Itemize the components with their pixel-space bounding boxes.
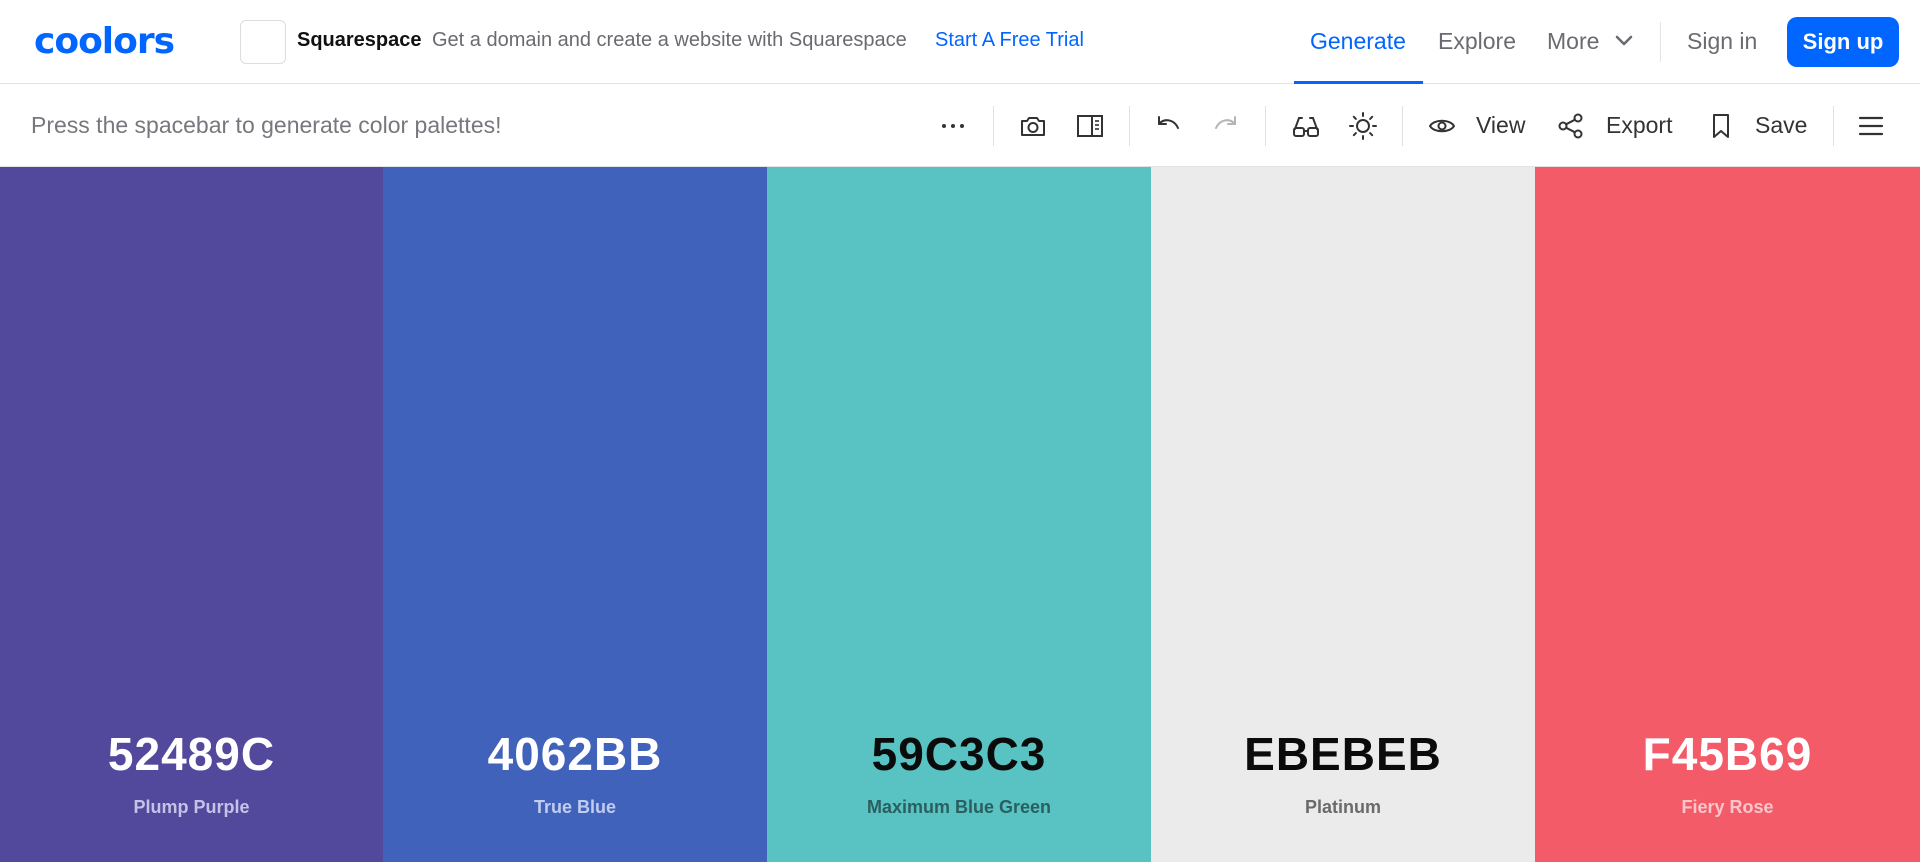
color-swatch[interactable]: EBEBEB Platinum <box>1151 167 1535 862</box>
ad-brand[interactable]: Squarespace <box>297 29 422 52</box>
color-name[interactable]: Plump Purple <box>0 797 383 818</box>
top-navbar: coolors Squarespace Get a domain and cre… <box>0 0 1920 84</box>
color-palette: 52489C Plump Purple 4062BB True Blue 59C… <box>0 167 1920 862</box>
undo-icon[interactable] <box>1148 106 1188 146</box>
redo-icon[interactable] <box>1206 106 1246 146</box>
sign-in-link[interactable]: Sign in <box>1687 28 1757 55</box>
toolbar-divider <box>1402 106 1403 146</box>
color-swatch[interactable]: 4062BB True Blue <box>383 167 767 862</box>
toolbar-divider <box>1833 106 1834 146</box>
color-name[interactable]: Fiery Rose <box>1535 797 1920 818</box>
color-hex[interactable]: 59C3C3 <box>767 727 1151 781</box>
glasses-icon[interactable] <box>1286 106 1326 146</box>
share-icon[interactable] <box>1551 106 1591 146</box>
nav-divider <box>1660 22 1661 62</box>
color-name[interactable]: Platinum <box>1151 797 1535 818</box>
hamburger-menu-icon[interactable] <box>1851 106 1891 146</box>
nav-more[interactable]: More <box>1547 28 1599 55</box>
color-name[interactable]: True Blue <box>383 797 767 818</box>
nav-generate[interactable]: Generate <box>1310 28 1406 55</box>
export-button[interactable]: Export <box>1606 112 1672 139</box>
generator-toolbar: Press the spacebar to generate color pal… <box>0 85 1920 167</box>
toolbar-divider <box>993 106 994 146</box>
sponsor-logo[interactable] <box>240 20 286 64</box>
color-swatch[interactable]: 52489C Plump Purple <box>0 167 383 862</box>
color-hex[interactable]: EBEBEB <box>1151 727 1535 781</box>
sign-up-button[interactable]: Sign up <box>1787 17 1899 67</box>
color-name[interactable]: Maximum Blue Green <box>767 797 1151 818</box>
chevron-down-icon[interactable] <box>1614 34 1634 48</box>
ad-cta-link[interactable]: Start A Free Trial <box>935 29 1084 52</box>
nav-explore[interactable]: Explore <box>1438 28 1516 55</box>
sun-icon[interactable] <box>1343 106 1383 146</box>
view-button[interactable]: View <box>1476 112 1525 139</box>
toolbar-divider <box>1265 106 1266 146</box>
color-hex[interactable]: F45B69 <box>1535 727 1920 781</box>
toolbar-divider <box>1129 106 1130 146</box>
save-button[interactable]: Save <box>1755 112 1807 139</box>
panel-icon[interactable] <box>1070 106 1110 146</box>
camera-icon[interactable] <box>1013 106 1053 146</box>
color-swatch[interactable]: 59C3C3 Maximum Blue Green <box>767 167 1151 862</box>
color-hex[interactable]: 52489C <box>0 727 383 781</box>
coolors-logo[interactable]: coolors <box>34 24 175 60</box>
color-swatch[interactable]: F45B69 Fiery Rose <box>1535 167 1920 862</box>
eye-icon[interactable] <box>1422 106 1462 146</box>
generate-hint: Press the spacebar to generate color pal… <box>31 112 502 138</box>
more-dots-icon[interactable] <box>933 106 973 146</box>
ad-text[interactable]: Get a domain and create a website with S… <box>432 29 907 52</box>
nav-active-indicator <box>1294 81 1423 84</box>
color-hex[interactable]: 4062BB <box>383 727 767 781</box>
bookmark-icon[interactable] <box>1701 106 1741 146</box>
